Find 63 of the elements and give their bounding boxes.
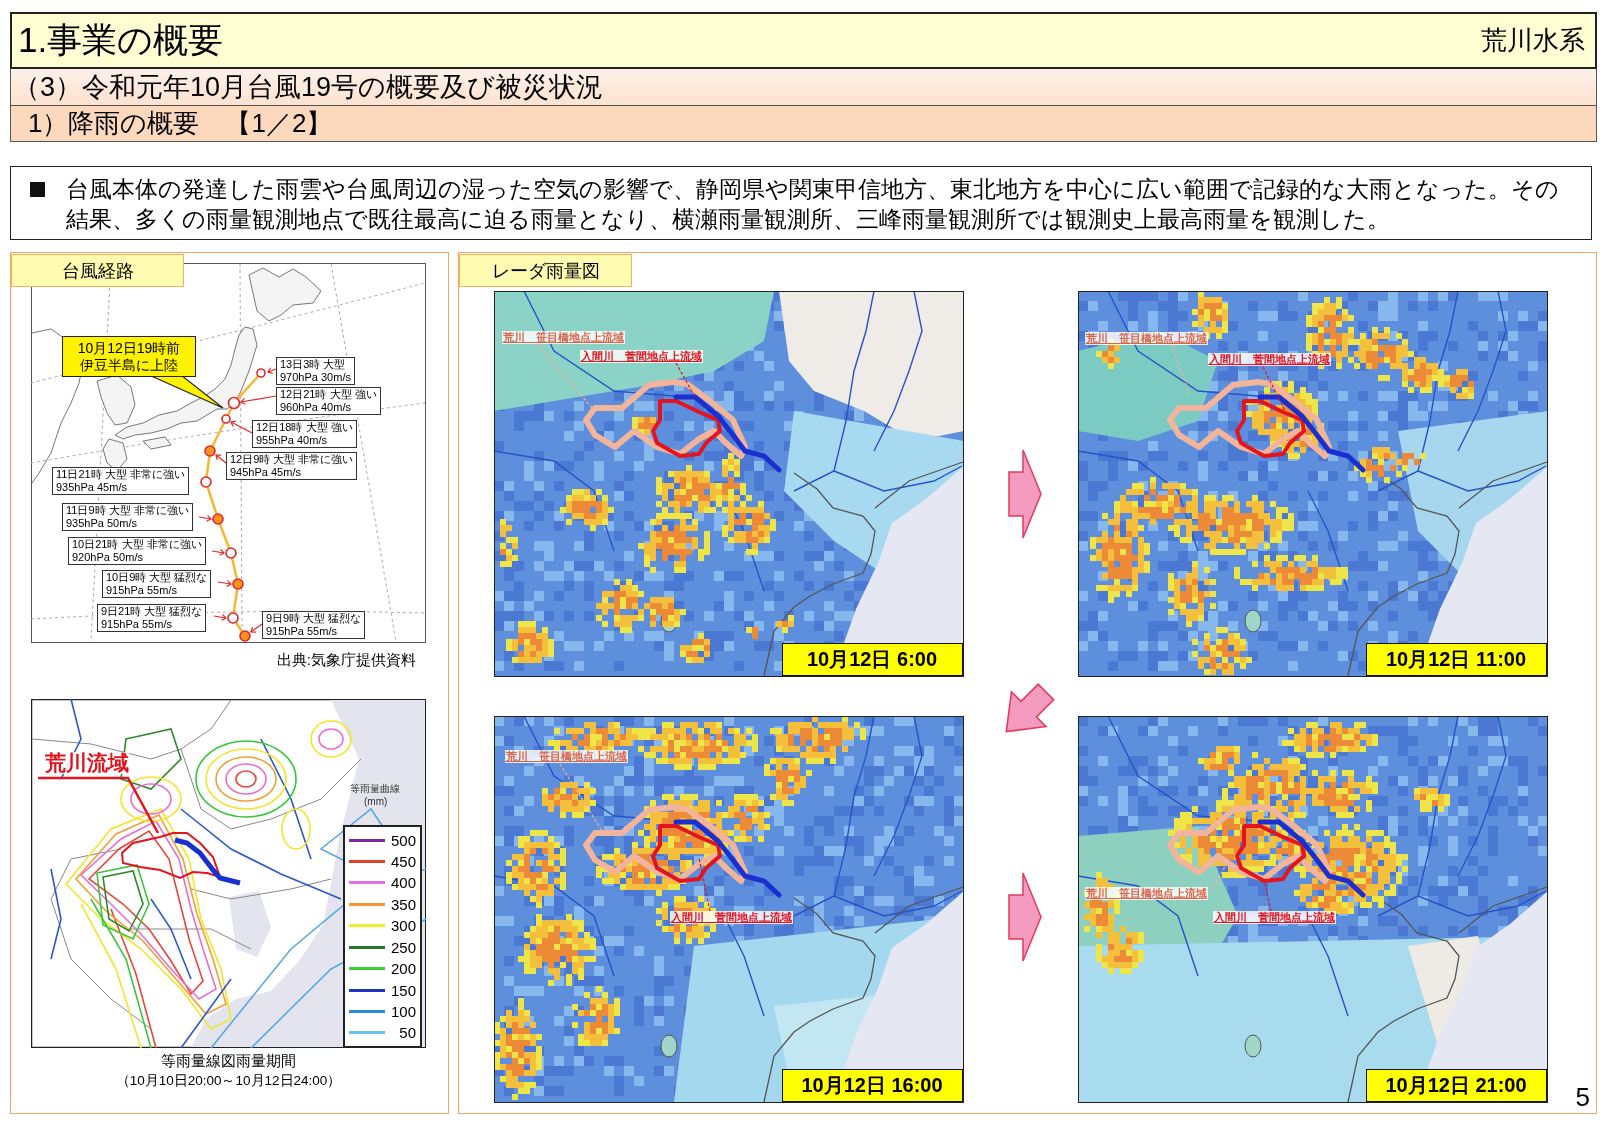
bullet-icon	[30, 182, 45, 197]
position-label: 12日18時 大型 強い 955hPa 40m/s	[252, 420, 357, 448]
leader-line	[674, 361, 696, 398]
leader-line	[1170, 343, 1191, 397]
time-label: 10月12日 16:00	[781, 1068, 963, 1102]
legend-value: 200	[390, 960, 416, 978]
legend-title: 等雨量曲線	[350, 783, 400, 794]
leader-arrow	[217, 579, 232, 587]
position-label: 12日9時 大型 非常に強い 945hPa 45m/s	[226, 452, 358, 480]
page-title: 1.事業の概要	[18, 19, 224, 61]
time-label: 10月12日 6:00	[781, 642, 963, 676]
leader-line	[1211, 861, 1228, 888]
position-label: 11日21時 大型 非常に強い 935hPa 45m/s	[52, 467, 189, 495]
map-caption: 等雨量線図雨量期間	[160, 1051, 297, 1071]
panel-heading: レーダ雨量図	[459, 254, 632, 287]
river-system-label: 荒川水系	[1481, 24, 1585, 57]
sub-basin-outline	[1234, 823, 1306, 883]
summary-text: 台風本体の発達した雨雲や台風周辺の湿った空気の影響で、静岡県や関東甲信地方、東北地方を中心に広い範囲で記録的な大雨となった。その結果、多くの雨量観測地点で既往最高に迫る雨量となり、横瀬雨量観測所、三峰雨量観測所では観測史上最高雨量を観測した。	[66, 175, 1560, 234]
leader-arrow	[215, 454, 227, 464]
leader-line	[1261, 365, 1286, 412]
section-heading: （3）令和元年10月台風19号の概要及び被災状況	[10, 69, 1597, 106]
legend-value: 400	[390, 874, 416, 892]
basin-label: 荒川流域	[45, 752, 129, 774]
position-label: 11日9時 大型 非常に強い 935hPa 50m/s	[62, 503, 193, 531]
legend-value: 150	[390, 981, 416, 999]
rainfall-period: （10月10日20:00～10月12日24:00）	[114, 1072, 343, 1090]
legend-value: 100	[390, 1003, 416, 1020]
leader-arrow	[198, 514, 212, 522]
position-label: 9日21時 大型 猛烈な 915hPa 55m/s	[97, 604, 207, 632]
position-label: 10日21時 大型 非常に強い 920hPa 50m/s	[68, 537, 206, 565]
position-label: 9日9時 大型 猛烈な 915hPa 55m/s	[262, 611, 366, 639]
legend-value: 350	[390, 895, 416, 913]
position-label: 12日21時 大型 強い 960hPa 40m/s	[276, 387, 381, 415]
block-arrow-icon	[1007, 448, 1042, 539]
time-label: 10月12日 21:00	[1365, 1068, 1547, 1102]
leader-arrow	[213, 613, 227, 621]
block-arrow-icon	[1004, 681, 1055, 734]
leader-arrow	[267, 367, 277, 374]
sub-basin-outline	[650, 823, 722, 883]
river-line	[174, 837, 241, 886]
leader-line	[697, 856, 711, 912]
legend-unit: (mm)	[364, 796, 388, 807]
panel-heading: 台風経路	[11, 254, 184, 287]
leader-arrow	[250, 623, 263, 633]
legend-value: 300	[390, 917, 416, 935]
sub-basin-outline	[1234, 398, 1306, 458]
leader-arrow	[230, 420, 253, 434]
position-label: 13日3時 大型 970hPa 30m/s	[276, 357, 355, 385]
legend-value: 250	[390, 938, 416, 956]
legend-value: 50	[399, 1024, 416, 1042]
legend-value: 500	[390, 831, 416, 849]
leader-line	[1262, 877, 1272, 912]
page-number: 5	[1575, 1082, 1590, 1111]
subsection-heading: 1）降雨の概要 【1／2】	[10, 106, 1597, 142]
block-arrow-icon	[1007, 871, 1042, 962]
leader-arrow	[240, 395, 277, 405]
time-label: 10月12日 11:00	[1365, 642, 1547, 676]
position-label: 10日9時 大型 猛烈な 915hPa 55m/s	[102, 570, 212, 598]
source-note: 出典:気象庁提供資料	[275, 651, 416, 669]
leader-arrow	[211, 548, 225, 556]
leader-line	[536, 343, 593, 409]
legend-value: 450	[390, 852, 416, 870]
sub-basin-outline	[650, 398, 722, 458]
